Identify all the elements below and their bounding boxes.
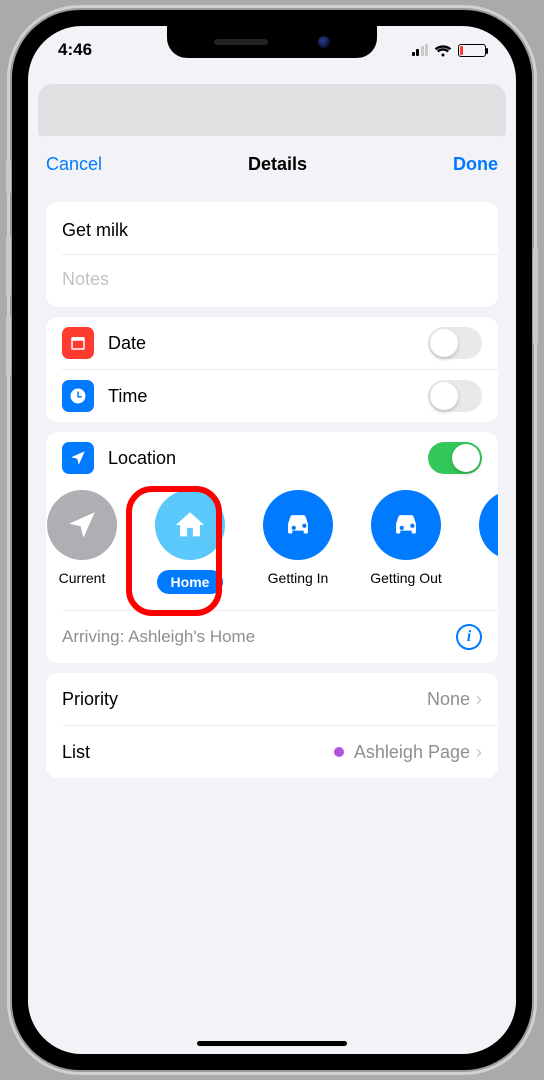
nav-bar: Cancel Details Done [28, 136, 516, 192]
priority-value: None [427, 689, 470, 710]
volume-up-button [6, 235, 11, 297]
notch [167, 26, 377, 58]
list-row[interactable]: List Ashleigh Page › [46, 726, 498, 778]
notes-input[interactable]: Notes [46, 255, 498, 307]
location-options-scroll[interactable]: Current Home Getting In [46, 484, 498, 610]
page-title: Details [248, 154, 307, 175]
list-color-dot [334, 747, 344, 757]
car-icon [371, 490, 441, 560]
location-option-getting-in[interactable]: Getting In [252, 490, 344, 594]
details-sheet: Cancel Details Done Notes Date [28, 136, 516, 1054]
location-option-label: Current [59, 570, 106, 586]
location-icon [62, 442, 94, 474]
location-option-current[interactable]: Current [46, 490, 128, 594]
ellipsis-icon [479, 490, 498, 560]
time-label: Time [108, 386, 428, 407]
cellular-icon [412, 44, 429, 56]
volume-down-button [6, 315, 11, 377]
home-indicator[interactable] [197, 1041, 347, 1046]
time-toggle[interactable] [428, 380, 482, 412]
mute-switch [6, 160, 11, 194]
location-option-home[interactable]: Home [144, 490, 236, 594]
cancel-button[interactable]: Cancel [46, 154, 102, 175]
done-button[interactable]: Done [453, 154, 498, 175]
title-notes-card: Notes [46, 202, 498, 307]
location-option-label: Getting Out [370, 570, 442, 586]
priority-label: Priority [62, 689, 427, 710]
title-row[interactable] [46, 202, 498, 254]
clock: 4:46 [58, 40, 92, 60]
priority-row[interactable]: Priority None › [46, 673, 498, 725]
location-arrow-icon [47, 490, 117, 560]
arriving-row[interactable]: Arriving: Ashleigh's Home i [46, 611, 498, 663]
location-label: Location [108, 448, 428, 469]
screen: 4:46 Cancel Details Done [28, 26, 516, 1054]
reminder-title-input[interactable] [62, 220, 482, 241]
arriving-prefix: Arriving: [62, 627, 128, 646]
chevron-right-icon: › [476, 689, 482, 710]
location-option-custom[interactable]: Cu [468, 490, 498, 594]
location-row[interactable]: Location [46, 432, 498, 484]
speaker [214, 39, 268, 45]
background-card [38, 84, 506, 144]
arriving-place: Ashleigh's Home [128, 627, 255, 646]
time-row[interactable]: Time [46, 370, 498, 422]
wifi-icon [434, 44, 452, 57]
location-option-label: Getting In [268, 570, 329, 586]
location-option-getting-out[interactable]: Getting Out [360, 490, 452, 594]
list-label: List [62, 742, 334, 763]
power-button [533, 248, 538, 344]
location-toggle[interactable] [428, 442, 482, 474]
list-value: Ashleigh Page [354, 742, 470, 763]
schedule-card: Date Time [46, 317, 498, 422]
meta-card: Priority None › List Ashleigh Page › [46, 673, 498, 778]
info-icon[interactable]: i [456, 624, 482, 650]
clock-icon [62, 380, 94, 412]
car-icon [263, 490, 333, 560]
front-camera [318, 36, 330, 48]
calendar-icon [62, 327, 94, 359]
date-row[interactable]: Date [46, 317, 498, 369]
date-toggle[interactable] [428, 327, 482, 359]
chevron-right-icon: › [476, 742, 482, 763]
date-label: Date [108, 333, 428, 354]
battery-icon [458, 44, 486, 57]
iphone-frame: 4:46 Cancel Details Done [12, 10, 532, 1070]
house-icon [155, 490, 225, 560]
location-card: Location Current Home [46, 432, 498, 663]
location-option-label: Home [157, 570, 224, 594]
